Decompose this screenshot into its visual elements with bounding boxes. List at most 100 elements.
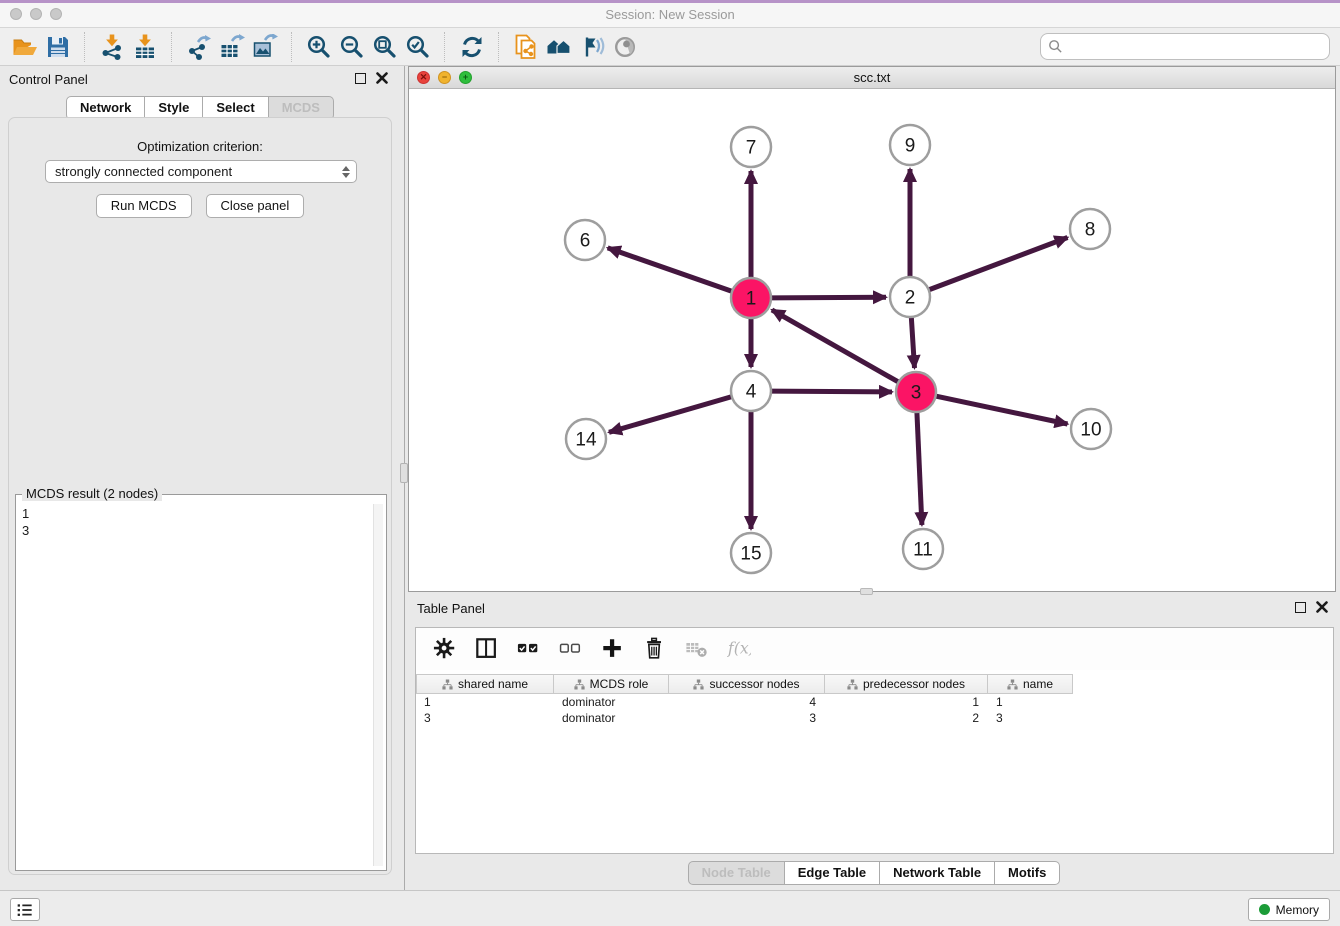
open-session-icon[interactable] xyxy=(8,31,41,63)
tab-network-table[interactable]: Network Table xyxy=(880,861,995,885)
table-row[interactable]: 3dominator323 xyxy=(416,710,1073,726)
run-mcds-button[interactable]: Run MCDS xyxy=(96,194,192,218)
show-columns-icon[interactable] xyxy=(474,636,500,662)
close-panel-button[interactable]: Close panel xyxy=(206,194,305,218)
deselect-all-icon[interactable] xyxy=(558,636,584,662)
edge-3-1[interactable] xyxy=(772,310,899,382)
node-label-11: 11 xyxy=(913,540,933,561)
eye-icon[interactable] xyxy=(608,31,641,63)
vertical-splitter-handle[interactable] xyxy=(400,463,408,483)
window-title: Session: New Session xyxy=(0,7,1340,22)
edge-1-2[interactable] xyxy=(771,297,886,298)
search-input[interactable] xyxy=(1068,39,1322,54)
table-settings-icon[interactable] xyxy=(432,636,458,662)
zoom-selected-icon[interactable] xyxy=(401,31,434,63)
table-panel-title: Table Panel xyxy=(417,601,485,616)
zoom-fit-icon[interactable] xyxy=(368,31,401,63)
close-table-panel-icon[interactable] xyxy=(1316,601,1328,613)
node-table: shared nameMCDS rolesuccessor nodesprede… xyxy=(416,674,1073,726)
node-label-4: 4 xyxy=(746,382,757,403)
toolbar-separator xyxy=(84,32,85,62)
column-header-MCDS-role[interactable]: MCDS role xyxy=(554,674,669,694)
node-label-15: 15 xyxy=(740,544,761,565)
select-all-icon[interactable] xyxy=(516,636,542,662)
tab-edge-table[interactable]: Edge Table xyxy=(785,861,880,885)
list-icon xyxy=(17,903,33,917)
float-table-panel-icon[interactable] xyxy=(1295,602,1306,613)
table-cell[interactable]: 2 xyxy=(825,710,988,726)
titlebar-accent xyxy=(0,0,1340,3)
memory-button[interactable]: Memory xyxy=(1248,898,1330,921)
delete-table-icon xyxy=(684,636,710,662)
table-cell[interactable]: 3 xyxy=(988,710,1073,726)
mcds-result-box: MCDS result (2 nodes) 1 3 xyxy=(15,494,387,871)
edge-3-11[interactable] xyxy=(917,412,922,525)
table-cell[interactable]: dominator xyxy=(554,710,669,726)
edge-1-6[interactable] xyxy=(608,248,732,292)
node-label-10: 10 xyxy=(1080,420,1101,441)
column-header-successor-nodes[interactable]: successor nodes xyxy=(669,674,825,694)
hide-graphics-details-icon[interactable] xyxy=(575,31,608,63)
column-header-name[interactable]: name xyxy=(988,674,1073,694)
control-panel: Control Panel NetworkStyleSelectMCDS Opt… xyxy=(0,66,400,890)
delete-icon[interactable] xyxy=(642,636,668,662)
main-toolbar xyxy=(0,28,1340,66)
zoom-in-icon[interactable] xyxy=(302,31,335,63)
network-window-titlebar[interactable]: ✕ − + scc.txt xyxy=(409,67,1335,89)
close-panel-icon[interactable] xyxy=(376,72,388,84)
table-cell[interactable]: 1 xyxy=(825,694,988,710)
criterion-dropdown[interactable]: strongly connected component xyxy=(45,160,357,183)
table-cell[interactable]: 1 xyxy=(988,694,1073,710)
node-label-1: 1 xyxy=(746,289,757,310)
table-cell[interactable]: 4 xyxy=(669,694,825,710)
edge-4-3[interactable] xyxy=(771,391,892,392)
control-panel-title: Control Panel xyxy=(9,72,88,87)
svg-text:f(x): f(x) xyxy=(727,639,751,658)
toolbar-separator xyxy=(291,32,292,62)
import-network-icon[interactable] xyxy=(95,31,128,63)
table-cell[interactable]: 3 xyxy=(416,710,554,726)
network-title: scc.txt xyxy=(409,70,1335,85)
network-canvas[interactable]: 1234678910111415 xyxy=(409,89,1335,591)
zoom-out-icon[interactable] xyxy=(335,31,368,63)
export-table-icon[interactable] xyxy=(215,31,248,63)
node-label-2: 2 xyxy=(905,288,916,309)
column-header-predecessor-nodes[interactable]: predecessor nodes xyxy=(825,674,988,694)
window-titlebar[interactable]: Session: New Session xyxy=(0,0,1340,28)
table-panel: Table Panel f(x) shared nameMCDS rolesuc… xyxy=(408,595,1340,890)
memory-label: Memory xyxy=(1276,903,1319,917)
mcds-result-text[interactable]: 1 3 xyxy=(19,504,372,866)
network-overview-icon[interactable] xyxy=(542,31,575,63)
task-history-button[interactable] xyxy=(10,898,40,921)
dropdown-stepper-icon xyxy=(342,166,350,178)
edge-2-8[interactable] xyxy=(929,238,1068,290)
export-network-icon[interactable] xyxy=(182,31,215,63)
table-cell[interactable]: dominator xyxy=(554,694,669,710)
column-type-icon xyxy=(442,679,453,690)
column-header-shared-name[interactable]: shared name xyxy=(416,674,554,694)
edge-3-10[interactable] xyxy=(936,396,1068,424)
search-box[interactable] xyxy=(1040,33,1330,60)
save-session-icon[interactable] xyxy=(41,31,74,63)
tab-motifs[interactable]: Motifs xyxy=(995,861,1060,885)
new-network-file-icon[interactable] xyxy=(509,31,542,63)
tab-node-table[interactable]: Node Table xyxy=(688,861,785,885)
network-view[interactable]: 1234678910111415 xyxy=(409,89,1335,591)
import-table-icon[interactable] xyxy=(128,31,161,63)
refresh-view-icon[interactable] xyxy=(455,31,488,63)
result-scrollbar[interactable] xyxy=(373,504,383,866)
add-icon[interactable] xyxy=(600,636,626,662)
export-image-icon[interactable] xyxy=(248,31,281,63)
function-builder-icon: f(x) xyxy=(726,636,752,662)
horizontal-splitter-handle[interactable] xyxy=(860,588,873,595)
node-label-3: 3 xyxy=(911,383,922,404)
float-panel-icon[interactable] xyxy=(355,73,366,84)
table-row[interactable]: 1dominator411 xyxy=(416,694,1073,710)
node-label-7: 7 xyxy=(746,138,757,159)
table-cell[interactable]: 1 xyxy=(416,694,554,710)
table-cell[interactable]: 3 xyxy=(669,710,825,726)
mcds-result-title: MCDS result (2 nodes) xyxy=(22,486,162,501)
edge-2-3[interactable] xyxy=(911,317,914,368)
edge-4-14[interactable] xyxy=(609,397,732,433)
node-table-container: f(x) shared nameMCDS rolesuccessor nodes… xyxy=(415,627,1334,854)
